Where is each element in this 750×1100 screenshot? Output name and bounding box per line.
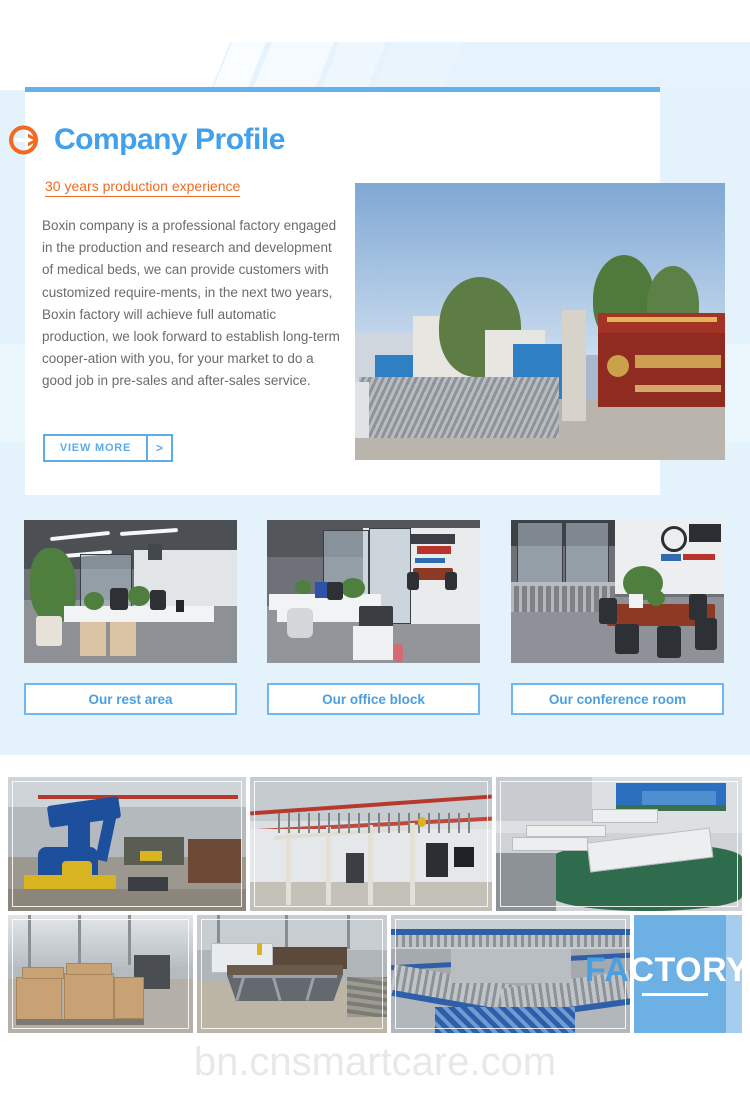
top-divider-rule <box>25 87 660 92</box>
section-heading-row: Company Profile <box>8 123 285 157</box>
page-title: Company Profile <box>54 123 285 156</box>
factory-photo-paintline <box>250 777 492 911</box>
circle-arrow-right-icon <box>8 123 42 157</box>
decorative-top-band <box>0 42 750 90</box>
about-us-page: About us Company Profile 30 years produc… <box>0 0 750 1100</box>
tagline: 30 years production experience <box>45 178 241 198</box>
factory-label: FACTORY <box>585 953 749 987</box>
factory-label-part-a: FA <box>585 951 630 989</box>
factory-photo-packing <box>8 915 193 1033</box>
card-caption[interactable]: Our rest area <box>24 683 237 715</box>
factory-entrance-photo <box>355 183 725 460</box>
card-caption[interactable]: Our conference room <box>511 683 724 715</box>
factory-photo-workshop <box>196 915 387 1033</box>
company-description: Boxin company is a professional factory … <box>42 218 340 389</box>
view-more-button[interactable]: VIEW MORE > <box>43 434 173 462</box>
office-card-office-block: Our office block <box>267 520 480 715</box>
office-block-photo <box>267 520 480 663</box>
underline-accent <box>642 993 708 996</box>
factory-label-part-b: CTORY <box>629 951 750 989</box>
office-card-rest-area: Our rest area <box>24 520 237 715</box>
conference-room-photo <box>511 520 724 663</box>
rest-area-photo <box>24 520 237 663</box>
view-more-label: VIEW MORE <box>43 434 148 462</box>
factory-photo-grid <box>8 777 742 1033</box>
factory-photo-tank <box>496 777 742 911</box>
factory-photo-robot <box>8 777 246 911</box>
factory-row-1 <box>8 777 742 911</box>
office-card-conference-room: Our conference room <box>511 520 724 715</box>
stripe-1 <box>0 42 235 90</box>
site-watermark: bn.cnsmartcare.com <box>193 1040 557 1084</box>
chevron-right-icon: > <box>148 434 173 462</box>
card-caption[interactable]: Our office block <box>267 683 480 715</box>
